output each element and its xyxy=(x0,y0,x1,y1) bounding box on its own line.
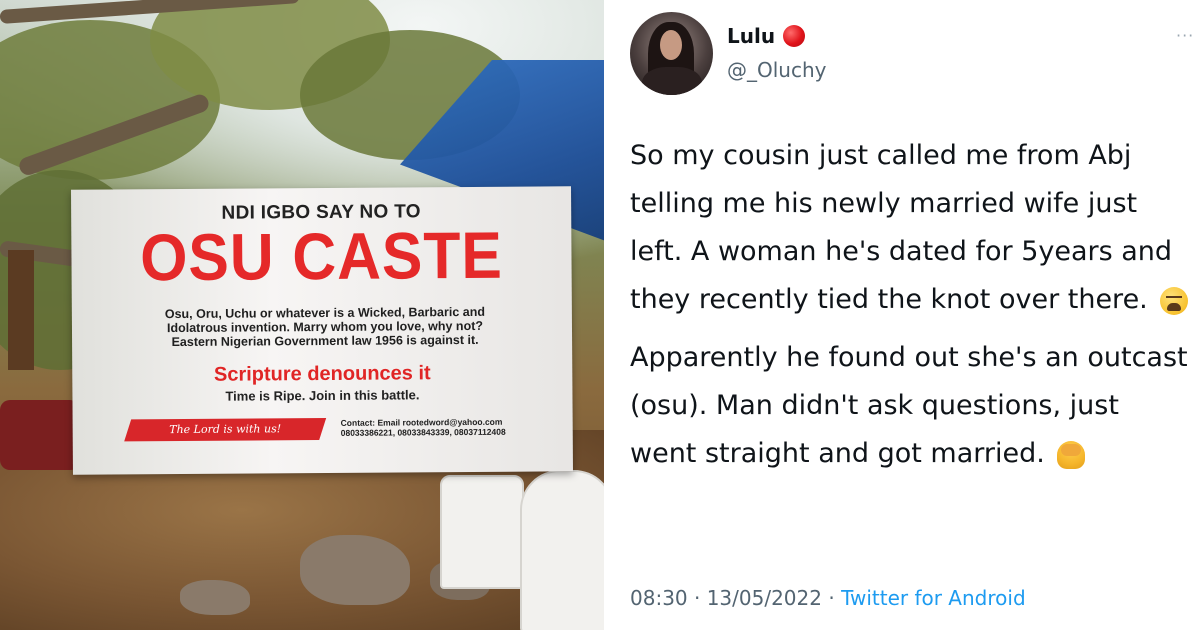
weary-face-icon xyxy=(1160,286,1189,315)
tweet-metadata: 08:30 · 13/05/2022 · Twitter for Android xyxy=(630,586,1026,610)
more-options-icon[interactable]: ··· xyxy=(1176,26,1194,45)
banner-contact-line: 08033386221, 08033843339, 08037112408 xyxy=(340,426,506,438)
banner-body-line: Eastern Nigerian Government law 1956 is … xyxy=(171,332,479,350)
protest-banner-photo: NDI IGBO SAY NO TO OSU CASTE Osu, Oru, U… xyxy=(0,0,604,630)
rock xyxy=(300,535,410,605)
banner-body: Osu, Oru, Uchu or whatever is a Wicked, … xyxy=(110,304,540,349)
red-circle-icon xyxy=(783,25,806,47)
avatar-face xyxy=(660,30,682,60)
tweet-text: So my cousin just called me from Abj tel… xyxy=(630,132,1190,478)
rock xyxy=(180,580,250,615)
tweet-paragraph-text: Apparently he found out she's an outcast… xyxy=(630,342,1188,469)
tree-trunk xyxy=(8,250,34,370)
tweet-paragraph: So my cousin just called me from Abj tel… xyxy=(630,132,1190,324)
banner-ribbon-text: The Lord is with us! xyxy=(169,422,282,437)
author-name[interactable]: Lulu xyxy=(727,24,775,48)
author-handle[interactable]: @_Oluchy xyxy=(727,58,826,82)
tweet-paragraph: Apparently he found out she's an outcast… xyxy=(630,334,1190,478)
tweet-source-link[interactable]: Twitter for Android xyxy=(841,586,1026,610)
facepalm-icon xyxy=(1057,440,1086,469)
plastic-chair xyxy=(520,470,604,630)
banner-contact: Contact: Email rootedword@yahoo.com 0803… xyxy=(341,416,556,438)
avatar[interactable] xyxy=(630,12,713,95)
person-leg xyxy=(0,400,80,470)
tweet-card: Lulu @_Oluchy ··· So my cousin just call… xyxy=(604,0,1200,630)
osu-caste-banner: NDI IGBO SAY NO TO OSU CASTE Osu, Oru, U… xyxy=(71,186,573,475)
banner-scripture: Scripture denounces it xyxy=(213,362,431,386)
banner-ribbon: The Lord is with us! xyxy=(124,417,327,442)
author-name-row[interactable]: Lulu xyxy=(727,24,806,48)
plastic-chair xyxy=(440,475,524,589)
avatar-body xyxy=(642,67,702,95)
banner-title: OSU CASTE xyxy=(139,217,503,295)
tweet-paragraph-text: So my cousin just called me from Abj tel… xyxy=(630,140,1173,315)
tweet-timestamp[interactable]: 08:30 · 13/05/2022 · xyxy=(630,586,841,610)
